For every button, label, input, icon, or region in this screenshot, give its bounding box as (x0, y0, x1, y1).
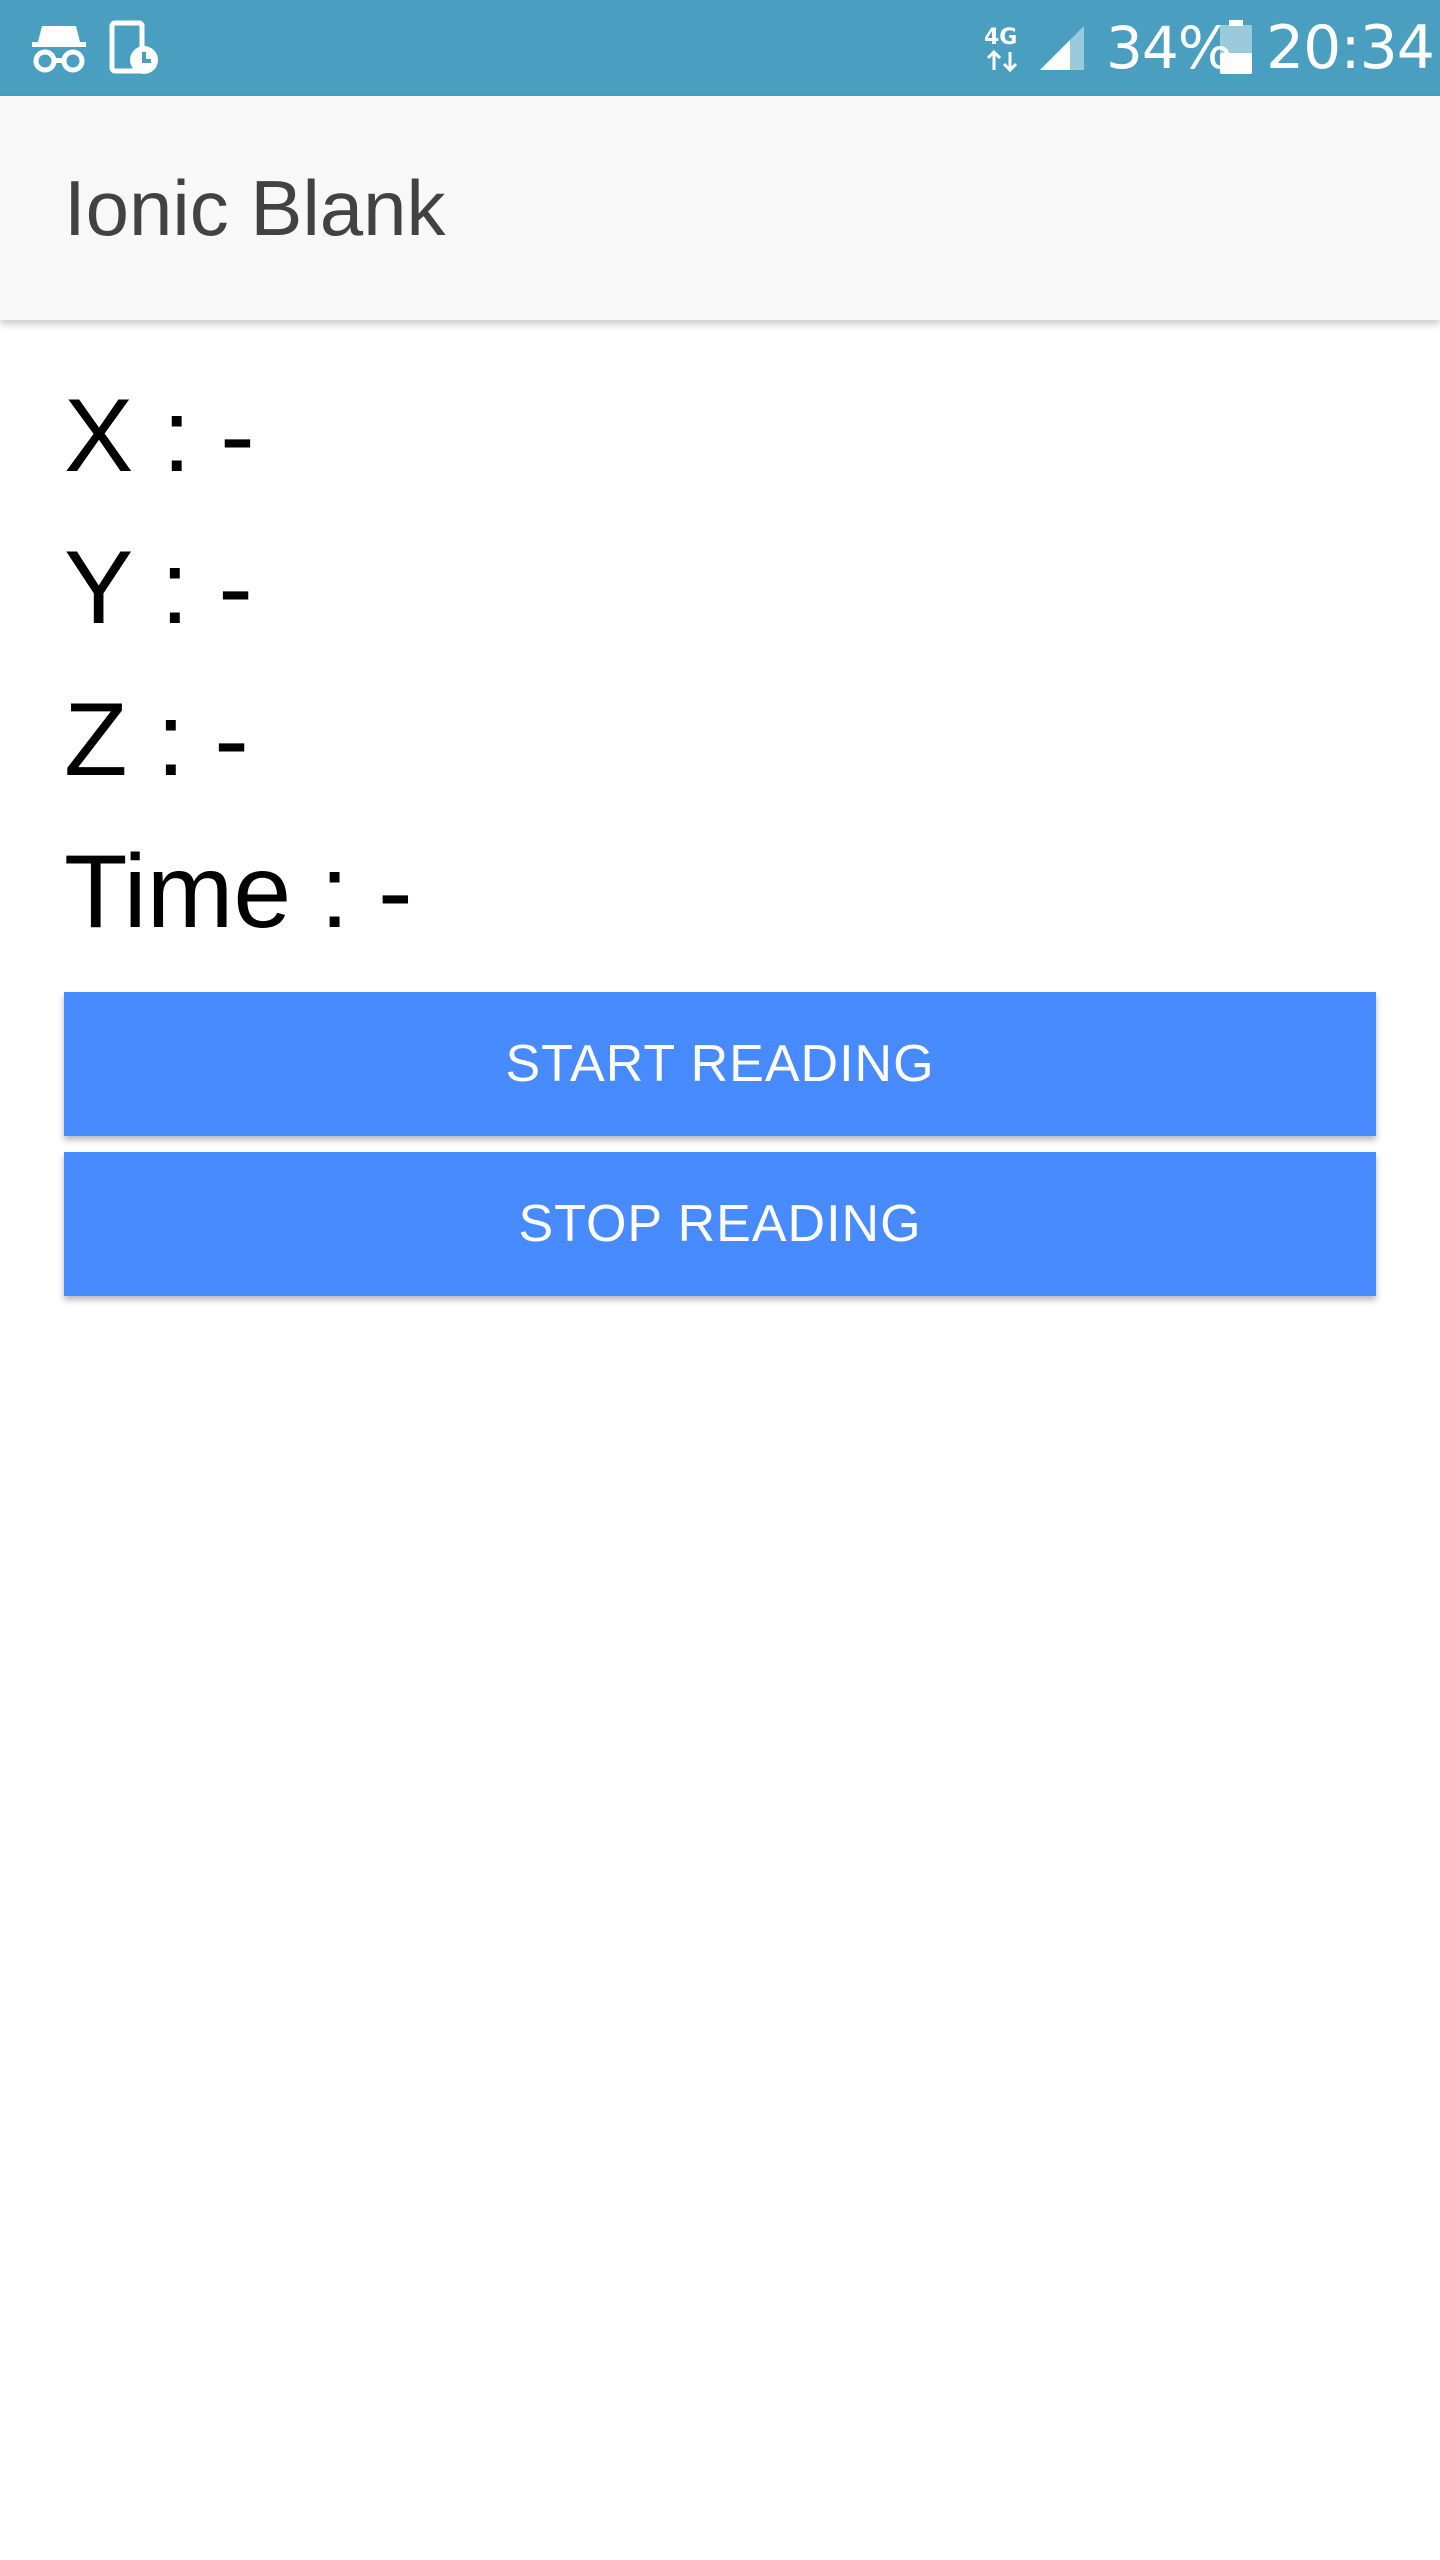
screen-timer-icon (109, 20, 158, 74)
reading-y: Y : - (64, 512, 413, 664)
page-title: Ionic Blank (64, 164, 446, 252)
reading-value: - (218, 530, 253, 646)
reading-label: Z (64, 682, 128, 798)
svg-text:4G: 4G (984, 25, 1017, 50)
signal-strength-icon (1040, 26, 1084, 70)
reading-z: Z : - (64, 664, 413, 816)
incognito-icon (32, 26, 86, 73)
reading-x: X : - (64, 360, 413, 512)
reading-separator: : (131, 530, 219, 646)
reading-label: Y (64, 530, 132, 646)
reading-value: - (214, 682, 249, 798)
readings-list: X : - Y : - Z : - Time : - (64, 360, 413, 968)
reading-label: Time (64, 834, 292, 950)
status-bar: 4G 34% 20:34 (0, 0, 1440, 96)
reading-value: - (220, 378, 255, 494)
reading-time: Time : - (64, 816, 413, 968)
battery-icon (1220, 20, 1252, 74)
reading-separator: : (133, 378, 221, 494)
start-reading-button[interactable]: START READING (64, 992, 1376, 1136)
reading-label: X (64, 378, 134, 494)
app-header: Ionic Blank (0, 96, 1440, 320)
reading-separator: : (127, 682, 215, 798)
stop-reading-button[interactable]: STOP READING (64, 1152, 1376, 1296)
reading-value: - (377, 834, 413, 950)
battery-percentage: 34% (1106, 14, 1233, 82)
network-type-icon: 4G (984, 25, 1017, 73)
reading-separator: : (291, 834, 378, 950)
status-clock: 20:34 (1266, 13, 1435, 83)
